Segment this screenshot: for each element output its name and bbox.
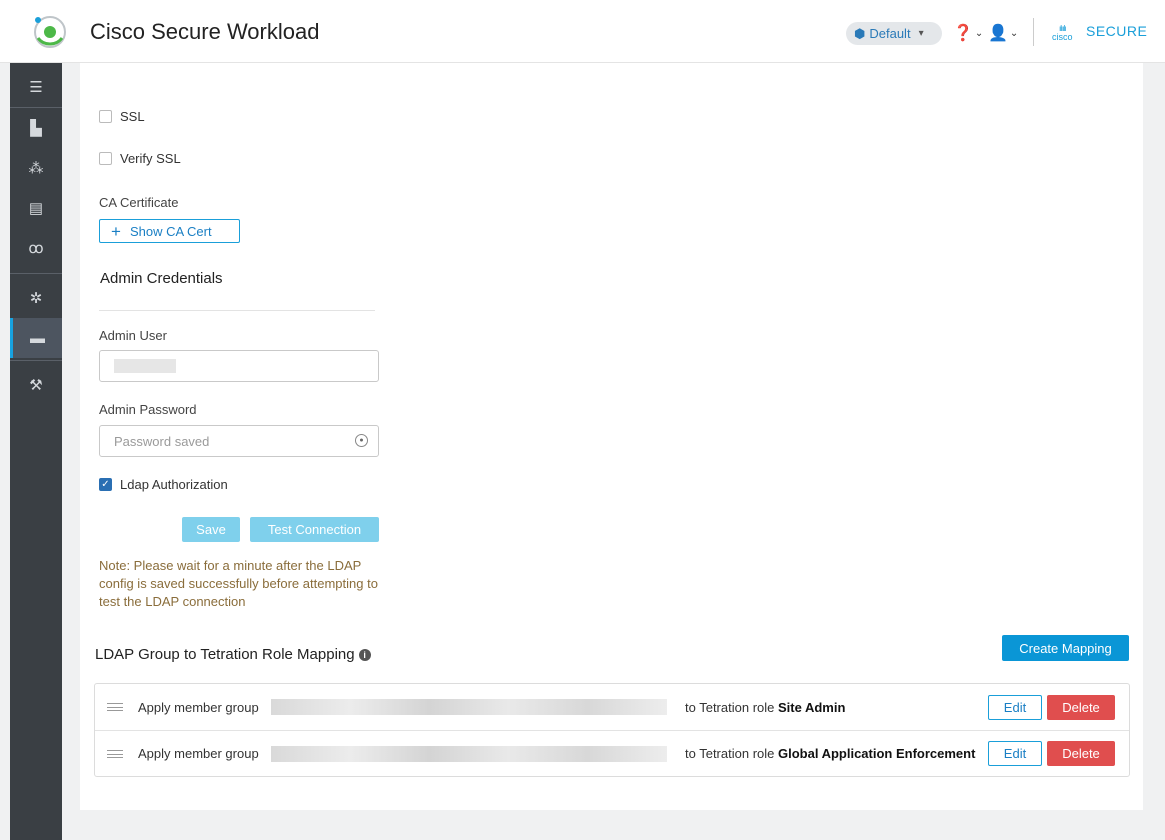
scope-cube-icon: ⬢ xyxy=(854,25,866,41)
help-icon: ❓ xyxy=(953,25,973,42)
cisco-logo: ılıılı cisco xyxy=(1052,25,1073,42)
test-connection-button[interactable]: Test Connection xyxy=(250,517,379,542)
scope-label: Default xyxy=(869,26,911,41)
mapping-row-role: to Tetration role Site Admin xyxy=(685,700,845,715)
ldap-note: Note: Please wait for a minute after the… xyxy=(99,558,378,609)
ssl-label: SSL xyxy=(120,109,145,124)
info-icon[interactable]: i xyxy=(358,648,371,661)
edit-button[interactable]: Edit xyxy=(988,741,1042,766)
dashboard-chart-icon: ▙ xyxy=(30,120,42,137)
role-prefix: to Tetration role xyxy=(685,746,775,761)
mapping-row: Apply member group to Tetration role Sit… xyxy=(95,684,1129,730)
sidebar-item-topology[interactable]: ⁂ xyxy=(10,148,62,188)
main-panel: SSL Verify SSL CA Certificate + Show CA … xyxy=(80,63,1143,810)
chevron-down-icon: ▾ xyxy=(918,28,924,39)
topology-icon: ⁂ xyxy=(28,160,44,177)
sidebar-item-tools[interactable]: ⚒ xyxy=(10,365,62,405)
verify-ssl-checkbox-row[interactable]: Verify SSL xyxy=(99,151,181,166)
show-ca-cert-label: Show CA Cert xyxy=(129,223,212,239)
help-menu[interactable]: ❓ ⌄ xyxy=(953,23,983,43)
admin-user-input[interactable] xyxy=(99,350,379,382)
mapping-row-prefix: Apply member group xyxy=(138,746,259,761)
mapping-row-prefix: Apply member group xyxy=(138,699,259,715)
user-icon: 👤 xyxy=(988,25,1008,42)
mapping-row: Apply member group to Tetration role Glo… xyxy=(95,730,1129,776)
admin-password-input[interactable]: Password saved ● xyxy=(99,425,379,457)
show-password-icon[interactable]: ● xyxy=(355,434,368,447)
verify-ssl-checkbox[interactable] xyxy=(99,152,112,165)
ca-certificate-label: CA Certificate xyxy=(99,195,179,210)
drag-handle-icon[interactable] xyxy=(107,703,123,711)
password-placeholder: Password saved xyxy=(114,433,210,449)
chevron-down-icon: ⌄ xyxy=(974,27,984,39)
tools-icon: ⚒ xyxy=(29,377,43,394)
edit-button[interactable]: Edit xyxy=(988,694,1042,720)
sidebar-item-investigate[interactable]: ꝏ xyxy=(10,228,62,268)
top-header: Cisco Secure Workload ⬢ Default ▾ ❓ ⌄ 👤 … xyxy=(0,0,1165,63)
sidebar-item-settings[interactable]: ✲ xyxy=(10,278,62,318)
mapping-row-role: to Tetration role Global Application Enf… xyxy=(685,746,975,761)
mapping-title-text: LDAP Group to Tetration Role Mapping xyxy=(95,646,355,663)
delete-button[interactable]: Delete xyxy=(1047,741,1115,766)
sidebar-item-platform[interactable]: ▬ xyxy=(10,318,62,358)
app-title: Cisco Secure Workload xyxy=(90,19,320,44)
chevron-down-icon: ⌄ xyxy=(1009,27,1019,39)
platform-icon: ▬ xyxy=(30,329,45,347)
cisco-wordmark: cisco xyxy=(1052,32,1073,42)
role-name: Site Admin xyxy=(778,699,846,715)
header-divider xyxy=(1033,18,1034,46)
ldap-authorization-checkbox[interactable]: ✓ xyxy=(99,478,112,491)
sidebar-divider xyxy=(10,273,62,274)
show-ca-cert-button[interactable]: + Show CA Cert xyxy=(99,219,240,243)
role-prefix: to Tetration role xyxy=(685,699,775,715)
sidebar-item-dashboard[interactable]: ▙ xyxy=(10,108,62,148)
delete-button[interactable]: Delete xyxy=(1047,694,1115,720)
create-mapping-button[interactable]: Create Mapping xyxy=(1002,635,1129,661)
redacted-group xyxy=(271,745,667,762)
admin-password-label: Admin Password xyxy=(99,402,197,417)
policy-shield-icon: ▤ xyxy=(28,200,44,217)
save-button[interactable]: Save xyxy=(182,517,240,542)
sidebar-menu-toggle[interactable]: ☰ xyxy=(10,67,62,107)
ldap-authorization-row[interactable]: ✓ Ldap Authorization xyxy=(99,477,228,492)
drag-handle-icon[interactable] xyxy=(107,749,123,758)
role-name: Global Application Enforcement xyxy=(778,746,976,761)
settings-gear-icon: ✲ xyxy=(29,290,43,307)
admin-user-label: Admin User xyxy=(99,328,167,343)
verify-ssl-label: Verify SSL xyxy=(120,151,181,166)
redacted-value xyxy=(114,359,176,373)
menu-icon: ☰ xyxy=(29,79,43,96)
redacted-group xyxy=(271,699,667,715)
sidebar: ☰ ▙ ⁂ ▤ ꝏ ✲ ▬ ⚒ xyxy=(10,63,62,840)
sidebar-divider xyxy=(10,360,62,361)
binoculars-icon: ꝏ xyxy=(28,240,44,257)
section-divider xyxy=(99,310,375,311)
user-menu[interactable]: 👤 ⌄ xyxy=(988,23,1018,43)
app-logo-icon[interactable] xyxy=(30,13,70,51)
mapping-title: LDAP Group to Tetration Role Mapping i xyxy=(95,646,371,663)
mapping-list: Apply member group to Tetration role Sit… xyxy=(94,683,1130,777)
plus-icon: + xyxy=(111,221,121,241)
sidebar-item-policy[interactable]: ▤ xyxy=(10,188,62,228)
scope-selector[interactable]: ⬢ Default ▾ xyxy=(846,22,942,45)
ssl-checkbox[interactable] xyxy=(99,110,112,123)
ssl-checkbox-row[interactable]: SSL xyxy=(99,109,145,124)
admin-credentials-title: Admin Credentials xyxy=(100,270,223,287)
ldap-authorization-label: Ldap Authorization xyxy=(120,477,228,492)
brand-secure: SECURE xyxy=(1086,23,1148,39)
